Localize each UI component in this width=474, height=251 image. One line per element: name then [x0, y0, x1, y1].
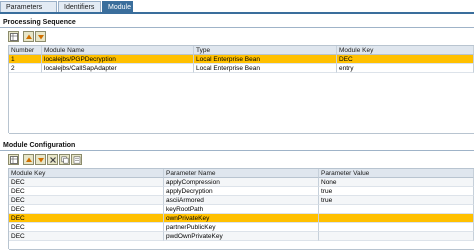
module-configuration-table: Module Key Parameter Name Parameter Valu…: [8, 168, 474, 250]
copy-row-button[interactable]: [59, 154, 70, 165]
delete-row-button[interactable]: [47, 154, 58, 165]
cell-parameter-name[interactable]: applyCompression: [164, 178, 319, 187]
table-row[interactable]: DEC applyCompression None: [9, 178, 474, 187]
cell-number[interactable]: 2: [9, 64, 42, 73]
column-header-parameter-value[interactable]: Parameter Value: [319, 169, 474, 178]
copy-row-icon: [61, 156, 69, 164]
tab-label: Module: [108, 4, 131, 11]
cell-module-key[interactable]: DEC: [9, 214, 164, 223]
move-down-icon: [37, 156, 45, 164]
column-header-module-name[interactable]: Module Name: [42, 46, 194, 55]
section-divider: [0, 27, 474, 28]
table-settings-icon: [9, 155, 18, 164]
cell-module-key[interactable]: DEC: [9, 187, 164, 196]
cell-parameter-name[interactable]: keyRootPath: [164, 205, 319, 214]
tab-bar: Parameters Identifiers Module: [0, 0, 474, 14]
move-down-button[interactable]: [35, 154, 46, 165]
move-up-button[interactable]: [23, 154, 34, 165]
cell-module-name[interactable]: localejbs/PGPDecryption: [42, 55, 194, 64]
cell-module-key[interactable]: DEC: [9, 196, 164, 205]
cell-module-name[interactable]: localejbs/CallSapAdapter: [42, 64, 194, 73]
table-header-row: Number Module Name Type Module Key: [9, 46, 474, 55]
cell-type[interactable]: Local Enterprise Bean: [194, 55, 337, 64]
table-settings-button[interactable]: [8, 154, 19, 165]
cell-parameter-value[interactable]: [319, 223, 474, 232]
processing-sequence-toolbar: [8, 31, 46, 43]
cell-module-key[interactable]: DEC: [337, 55, 474, 64]
column-header-module-key[interactable]: Module Key: [9, 169, 164, 178]
table-row[interactable]: DEC applyDecryption true: [9, 187, 474, 196]
cell-module-key[interactable]: DEC: [9, 205, 164, 214]
table-empty-area: [9, 73, 474, 134]
table-empty-area: [9, 241, 474, 250]
table-row[interactable]: DEC pwdOwnPrivateKey: [9, 232, 474, 241]
processing-sequence-title: Processing Sequence: [3, 19, 76, 26]
cell-parameter-name[interactable]: partnerPublicKey: [164, 223, 319, 232]
module-configuration-toolbar: [8, 154, 82, 166]
processing-sequence-table: Number Module Name Type Module Key 1 loc…: [8, 45, 474, 134]
cell-module-key[interactable]: DEC: [9, 178, 164, 187]
column-header-number[interactable]: Number: [9, 46, 42, 55]
column-header-type[interactable]: Type: [194, 46, 337, 55]
move-up-icon: [25, 33, 33, 41]
table-row[interactable]: 1 localejbs/PGPDecryption Local Enterpri…: [9, 55, 474, 64]
table-row[interactable]: 2 localejbs/CallSapAdapter Local Enterpr…: [9, 64, 474, 73]
tab-label: Parameters: [6, 4, 43, 11]
cell-parameter-name[interactable]: applyDecryption: [164, 187, 319, 196]
cell-module-key[interactable]: entry: [337, 64, 474, 73]
insert-row-icon: [73, 156, 81, 164]
table-row[interactable]: DEC partnerPublicKey: [9, 223, 474, 232]
section-divider: [0, 150, 474, 151]
cell-parameter-value[interactable]: [319, 214, 474, 223]
table-row[interactable]: DEC asciiArmored true: [9, 196, 474, 205]
delete-row-icon: [49, 156, 57, 164]
cell-parameter-name[interactable]: ownPrivateKey: [164, 214, 319, 223]
insert-row-button[interactable]: [71, 154, 82, 165]
module-configuration-title: Module Configuration: [3, 142, 76, 149]
move-down-icon: [37, 33, 45, 41]
cell-parameter-value[interactable]: true: [319, 187, 474, 196]
table-row[interactable]: DEC keyRootPath: [9, 205, 474, 214]
cell-number[interactable]: 1: [9, 55, 42, 64]
move-down-button[interactable]: [35, 31, 46, 42]
cell-parameter-name[interactable]: asciiArmored: [164, 196, 319, 205]
cell-parameter-value[interactable]: [319, 205, 474, 214]
move-up-button[interactable]: [23, 31, 34, 42]
table-header-row: Module Key Parameter Name Parameter Valu…: [9, 169, 474, 178]
table-settings-icon: [9, 32, 18, 41]
cell-type[interactable]: Local Enterprise Bean: [194, 64, 337, 73]
cell-parameter-value[interactable]: true: [319, 196, 474, 205]
cell-parameter-name[interactable]: pwdOwnPrivateKey: [164, 232, 319, 241]
column-header-parameter-name[interactable]: Parameter Name: [164, 169, 319, 178]
cell-module-key[interactable]: DEC: [9, 223, 164, 232]
tab-label: Identifiers: [64, 4, 95, 11]
move-up-icon: [25, 156, 33, 164]
cell-parameter-value[interactable]: None: [319, 178, 474, 187]
table-row[interactable]: DEC ownPrivateKey: [9, 214, 474, 223]
column-header-module-key[interactable]: Module Key: [337, 46, 474, 55]
table-settings-button[interactable]: [8, 31, 19, 42]
cell-module-key[interactable]: DEC: [9, 232, 164, 241]
cell-parameter-value[interactable]: [319, 232, 474, 241]
tab-underline: [0, 12, 474, 14]
